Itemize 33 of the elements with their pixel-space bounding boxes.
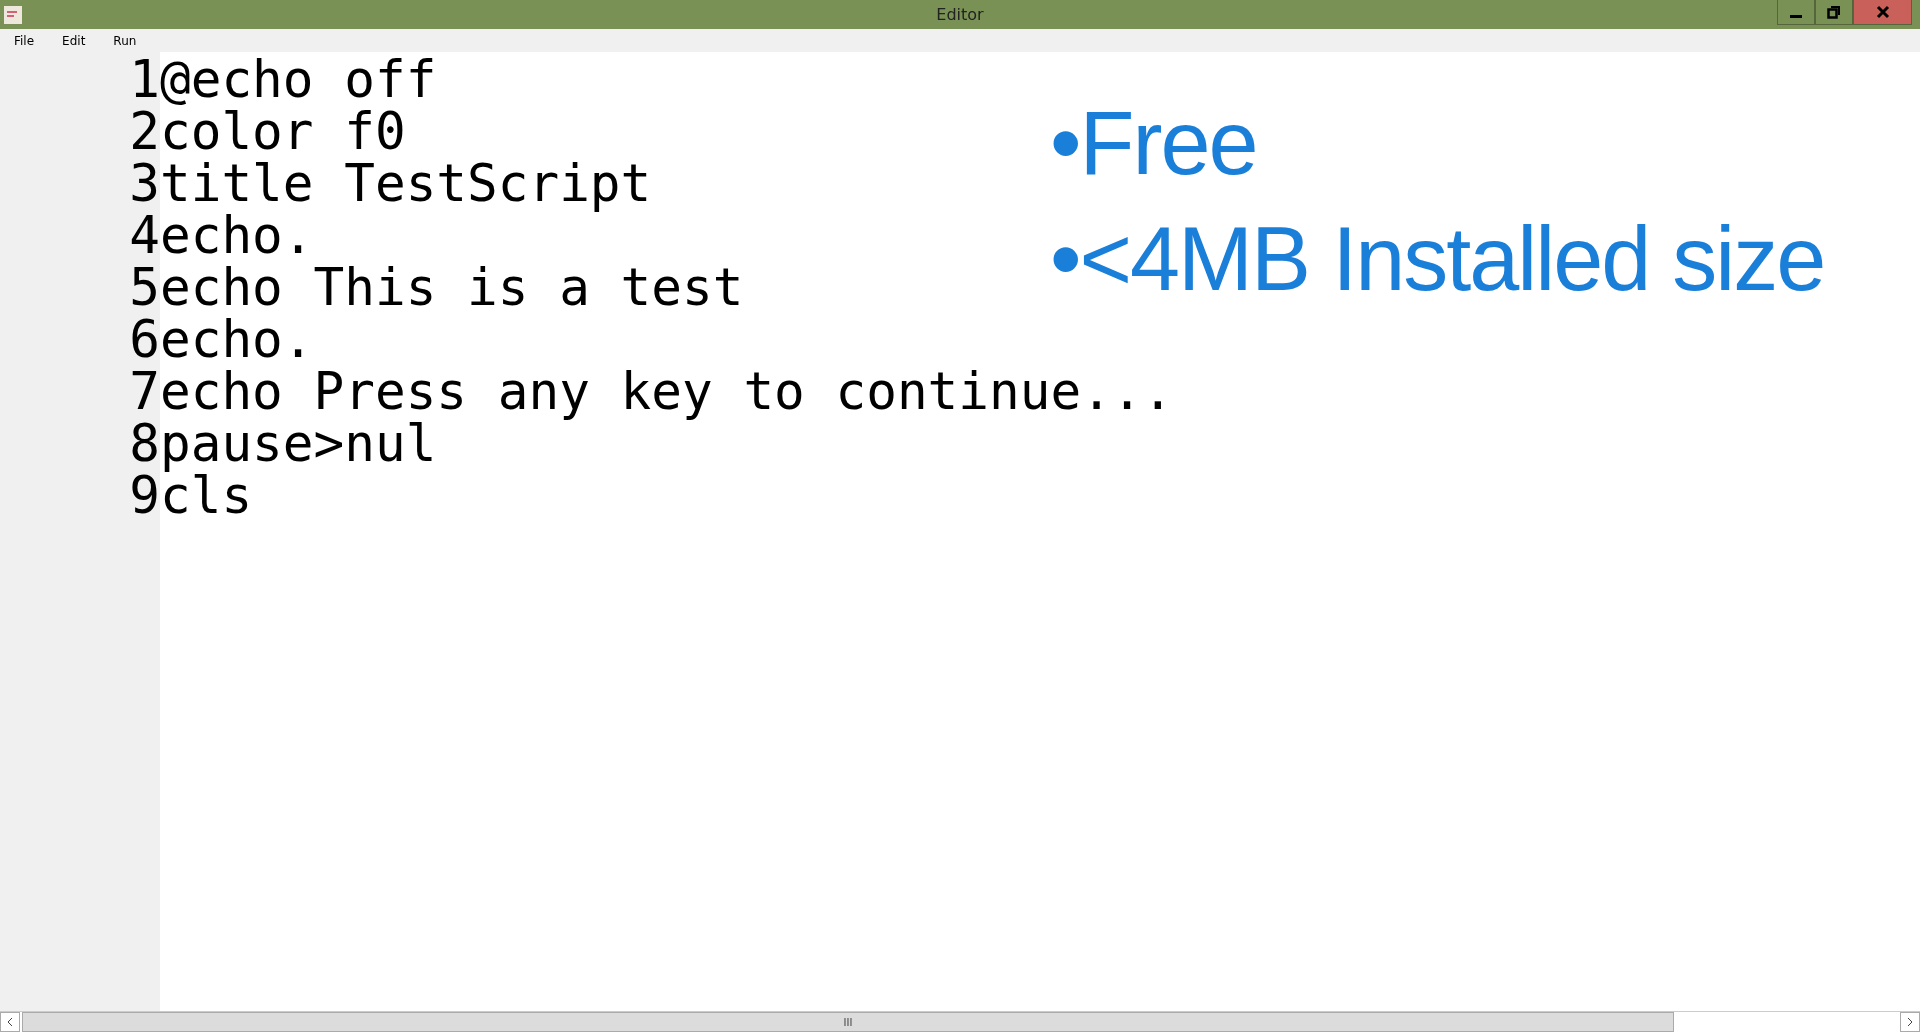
restore-icon bbox=[1827, 5, 1841, 19]
line-number: 6 bbox=[128, 314, 160, 366]
line-number: 5 bbox=[128, 262, 160, 314]
code-line: color f0 bbox=[160, 106, 406, 158]
menu-item[interactable]: Run bbox=[107, 33, 145, 48]
menu-item[interactable]: Edit bbox=[56, 33, 94, 48]
window-title: Editor bbox=[936, 5, 984, 24]
line-number: 1 bbox=[128, 54, 160, 106]
overlay-text: •<4MB Installed size bbox=[1050, 208, 1825, 311]
close-icon bbox=[1875, 5, 1890, 19]
code-line: pause>nul bbox=[160, 418, 437, 470]
code-line: echo. bbox=[160, 314, 314, 366]
line-number: 3 bbox=[128, 158, 160, 210]
minimize-button[interactable] bbox=[1777, 0, 1815, 25]
app-icon bbox=[4, 5, 22, 24]
code-line: title TestScript bbox=[160, 158, 652, 210]
chevron-right-icon bbox=[1906, 1017, 1914, 1027]
code-line: echo Press any key to continue... bbox=[160, 366, 1174, 418]
line-number: 7 bbox=[128, 366, 160, 418]
menu-item[interactable]: File bbox=[8, 33, 43, 48]
code-line: echo This is a test bbox=[160, 262, 744, 314]
scrollbar-thumb[interactable]: III bbox=[22, 1012, 1674, 1032]
overlay-text: •Free bbox=[1050, 92, 1258, 195]
code-line: echo. bbox=[160, 210, 314, 262]
line-number: 8 bbox=[128, 418, 160, 470]
chevron-left-icon bbox=[6, 1017, 14, 1027]
line-number: 2 bbox=[128, 106, 160, 158]
close-button[interactable] bbox=[1853, 0, 1912, 25]
minimize-icon bbox=[1790, 14, 1802, 18]
line-number: 9 bbox=[128, 470, 160, 522]
line-number: 4 bbox=[128, 210, 160, 262]
restore-button[interactable] bbox=[1815, 0, 1853, 25]
code-line: @echo off bbox=[160, 54, 437, 106]
